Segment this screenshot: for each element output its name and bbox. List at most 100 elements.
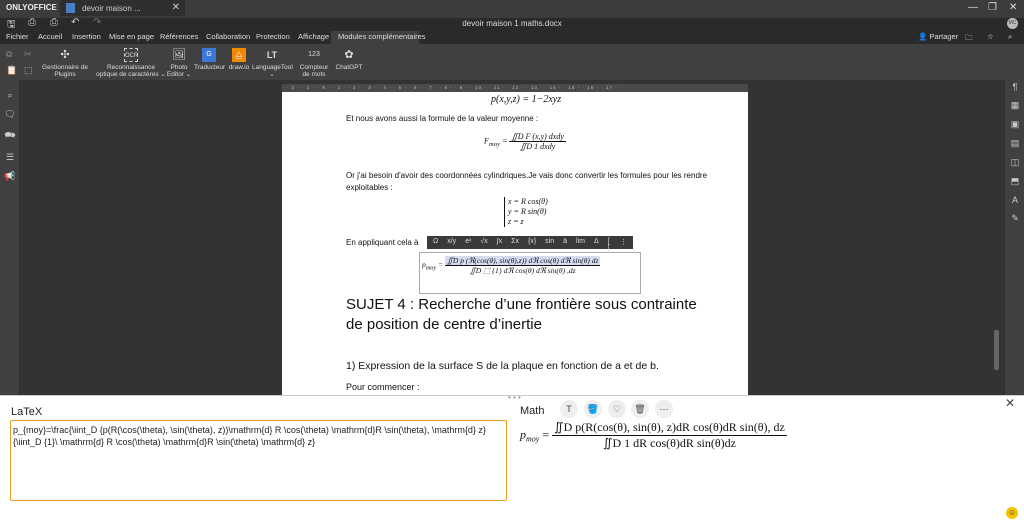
share-icon: 👤: [918, 32, 930, 41]
integral-button[interactable]: ∫x: [497, 238, 502, 247]
rendered-math: pmoy = ∬D p(R(cos(θ), sin(θ), z)dR cos(θ…: [520, 420, 787, 450]
paragraph[interactable]: En appliquant cela à: [346, 238, 419, 247]
avatar[interactable]: MC: [1007, 18, 1018, 29]
copy-icon[interactable]: ⧉: [6, 49, 12, 60]
vertical-scrollbar[interactable]: [994, 330, 999, 370]
heading[interactable]: SUJET 4 : Recherche d’une frontière sous…: [346, 295, 706, 335]
tab-title: devoir maison ...: [82, 4, 141, 13]
delete-button[interactable]: 🗑: [631, 400, 649, 418]
equation-pmoy[interactable]: pmoy = ∬D p (ℜ(cos(θ), sin(θ),z)) dℜ cos…: [422, 256, 601, 275]
paragraph[interactable]: Or j'ai besoin d'avoir des coordonnées c…: [346, 170, 726, 194]
navigation-icon[interactable]: ☰: [0, 152, 20, 163]
tab-mise-en-page[interactable]: Mise en page: [109, 32, 154, 41]
large-operator-button[interactable]: Σx: [511, 238, 519, 247]
fraction: ∬D F (x,y) dxdy ∬D 1 dxdy: [509, 132, 566, 151]
fraction: ∬D p (ℜ(cos(θ), sin(θ),z)) dℜ cos(θ) dℜ …: [444, 256, 601, 275]
chatgpt-button[interactable]: ✿ ChatGPT: [334, 48, 364, 71]
languagetool-button[interactable]: LT LanguageTool ⌄: [252, 48, 293, 78]
textart-settings-icon[interactable]: A: [1005, 195, 1024, 205]
fraction-button[interactable]: x/y: [447, 238, 456, 247]
restore-button[interactable]: ❐: [988, 2, 997, 13]
equation-system[interactable]: x = R cos(θ) y = R sin(θ) z = z: [504, 197, 548, 227]
more-options-button[interactable]: ⋯: [655, 400, 673, 418]
comments-icon[interactable]: 🗨: [0, 109, 20, 120]
document-icon: [66, 3, 75, 13]
shape-settings-icon[interactable]: ⬒: [1005, 176, 1024, 187]
translator-icon: G: [202, 48, 216, 62]
matrix-button[interactable]: [ ]: [608, 238, 611, 252]
favorite-star-icon[interactable]: ☆: [987, 32, 994, 41]
feedback-emoji-icon[interactable]: ☺: [1006, 507, 1018, 519]
paragraph[interactable]: Et nous avons aussi la formule de la val…: [346, 114, 538, 123]
plugins-manager-button[interactable]: ✣ Gestionnaire de Plugins: [42, 48, 88, 78]
function-button[interactable]: sin: [545, 238, 554, 247]
equation-fmoy[interactable]: Fmoy = ∬D F (x,y) dxdy ∬D 1 dxdy: [484, 132, 566, 151]
limit-log-button[interactable]: lim: [576, 238, 585, 247]
photo-editor-button[interactable]: 🖼 Photo Editor ⌄: [166, 48, 192, 78]
drawio-button[interactable]: ⧋ draw.io: [227, 48, 251, 71]
equation-toolbar: Ω x/y eˣ √x ∫x Σx {x} sin ä lim Δ [ ] ⋮: [427, 236, 633, 252]
close-tab-icon[interactable]: ✕: [172, 2, 180, 13]
paragraph[interactable]: 1) Expression de la surface S de la plaq…: [346, 360, 659, 372]
button-label: draw.io: [228, 64, 250, 71]
cut-icon[interactable]: ✂: [24, 49, 32, 60]
chatgpt-icon: ✿: [344, 49, 354, 61]
bracket-button[interactable]: {x}: [528, 238, 536, 247]
paste-icon[interactable]: 📋: [6, 65, 17, 76]
system-line: x = R cos(θ): [508, 197, 548, 206]
table-settings-icon[interactable]: ▦: [1005, 100, 1024, 111]
header-footer-icon[interactable]: ▤: [1005, 138, 1024, 149]
tab-collaboration[interactable]: Collaboration: [206, 32, 250, 41]
search-icon[interactable]: ⌕: [1008, 32, 1012, 42]
latex-label: LaTeX: [11, 406, 43, 418]
signature-icon[interactable]: ✎: [1005, 213, 1024, 224]
denominator: ∬D ⬚ {1} dℜ cos(θ) dℜ sin(θ) ,dz: [469, 266, 576, 275]
tab-references[interactable]: Références: [160, 32, 198, 41]
share-button[interactable]: 👤 Partager: [918, 32, 958, 41]
paragraph-settings-icon[interactable]: ¶: [1005, 82, 1024, 92]
text-format-button[interactable]: T: [560, 400, 578, 418]
tab-modules-complementaires[interactable]: Modules complémentaires: [338, 32, 426, 41]
more-button[interactable]: ⋮: [620, 238, 627, 247]
radical-button[interactable]: √x: [480, 238, 487, 247]
eq-sub: moy: [425, 264, 437, 272]
document-title: devoir maison 1 maths.docx: [462, 19, 562, 28]
tab-affichage[interactable]: Affichage: [298, 32, 329, 41]
select-all-icon[interactable]: ⬚: [24, 65, 33, 76]
image-settings-icon[interactable]: ▣: [1005, 119, 1024, 130]
accent-button[interactable]: ä: [563, 238, 567, 247]
horizontal-ruler[interactable]: · · 2 · · 1 · · X · · 1 · · 2 · · 3 · · …: [282, 84, 748, 92]
document-tab[interactable]: devoir maison ... ✕: [60, 0, 185, 16]
feedback-icon[interactable]: 📢: [0, 171, 20, 182]
resize-handle[interactable]: • • •: [508, 393, 521, 402]
paragraph[interactable]: Pour commencer :: [346, 382, 420, 392]
fill-color-button[interactable]: 🪣: [584, 400, 602, 418]
word-counter-button[interactable]: 123 Compteur de mots: [296, 48, 332, 78]
script-button[interactable]: eˣ: [465, 238, 471, 247]
latex-input[interactable]: p_{moy}=\frac{\iint_D {p(R(\cos(\theta),…: [10, 420, 507, 501]
equation-p[interactable]: p(x,y,z) = 1−2xyz: [491, 94, 561, 105]
selected-equation[interactable]: pmoy = ∬D p (ℜ(cos(θ), sin(θ),z)) dℜ cos…: [419, 252, 641, 294]
minimize-button[interactable]: —: [968, 2, 978, 13]
right-sidebar: ¶ ▦ ▣ ▤ ◫ ⬒ A ✎: [1004, 80, 1024, 395]
word-counter-icon: 123: [308, 51, 320, 58]
chart-settings-icon[interactable]: ◫: [1005, 157, 1024, 168]
button-label: Reconnaissance optique de caractères ⌄: [96, 64, 166, 78]
search-icon[interactable]: ⌕: [0, 90, 20, 101]
close-panel-button[interactable]: ✕: [1005, 396, 1015, 410]
symbols-button[interactable]: Ω: [433, 238, 438, 247]
numerator: ∬D p (ℜ(cos(θ), sin(θ),z)) dℜ cos(θ) dℜ …: [444, 256, 601, 266]
denominator: ∬D 1 dR cos(θ)dR sin(θ)dz: [603, 436, 736, 450]
tab-fichier[interactable]: Fichier: [6, 32, 29, 41]
operator-button[interactable]: Δ: [594, 238, 599, 247]
chat-icon[interactable]: 🗪: [0, 128, 20, 144]
favorite-button[interactable]: ♡: [608, 400, 626, 418]
ocr-button[interactable]: OCR Reconnaissance optique de caractères …: [96, 48, 166, 78]
tab-insertion[interactable]: Insertion: [72, 32, 101, 41]
tab-accueil[interactable]: Accueil: [38, 32, 62, 41]
tab-protection[interactable]: Protection: [256, 32, 290, 41]
close-window-button[interactable]: ✕: [1009, 2, 1017, 13]
button-label: Traducteur: [194, 64, 226, 71]
translator-button[interactable]: G Traducteur: [194, 48, 226, 71]
button-label: ChatGPT: [335, 64, 363, 71]
